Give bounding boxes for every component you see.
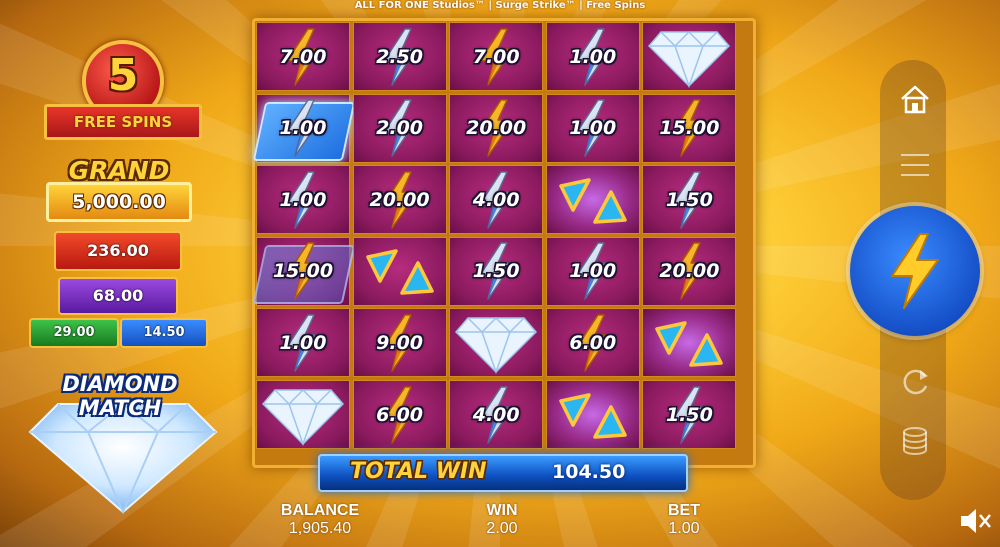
grid-cell: 1.50 [642,380,737,449]
cell-value: 1.50 [665,403,713,426]
grand-jackpot-value: 5,000.00 [46,182,192,222]
cell-value: 1.00 [569,117,617,140]
grid-cell [256,380,350,449]
cell-value: 6.00 [569,331,617,354]
cell-value: 15.00 [272,260,334,283]
grid-cell [642,308,737,378]
menu-icon[interactable] [898,150,932,180]
grid-cell: 1.00 [256,165,350,235]
grid-cell: 9.00 [352,308,447,378]
cell-value: 20.00 [466,117,527,140]
cell-value: 15.00 [659,117,720,140]
bet-value: 1.00 [668,520,700,537]
bet-label: BET [668,502,700,519]
autoplay-icon[interactable] [898,364,932,398]
grand-jackpot-label: GRAND [68,156,170,185]
grid-cell: 6.00 [352,380,447,449]
grid-cell: 1.50 [449,236,544,306]
win-label: WIN [486,502,518,519]
grid-cell [642,22,737,91]
major-jackpot-value: 236.00 [54,231,182,271]
grid-cell: 1.00 [256,308,350,378]
cell-value: 1.00 [279,188,327,211]
balance-label: BALANCE [280,502,360,519]
cell-value: 9.00 [376,331,424,354]
cell-value: 4.00 [472,403,520,426]
cell-value: 1.50 [472,260,520,283]
grid-cell: 7.00 [449,22,544,91]
diamond-icon [261,388,345,446]
free-spins-count: 5 [107,50,139,101]
grid-cell: 4.00 [449,380,544,449]
cell-value: 1.00 [279,331,327,354]
grid-cell [352,236,447,306]
cell-value: 6.00 [376,403,424,426]
diamond-icon [455,316,538,374]
total-win-value: 104.50 [552,461,626,483]
cell-value: 20.00 [369,188,430,211]
grid-cell: 1.00 [252,93,356,163]
triangles-icon [559,392,627,439]
cell-value: 7.00 [472,45,520,68]
grid-cell: 20.00 [352,165,447,235]
triangles-icon [365,249,434,296]
grid-cell: 15.00 [642,93,737,163]
diamond-icon [648,30,731,88]
free-spins-label: FREE SPINS [44,104,202,140]
grid-cell: 20.00 [449,93,544,163]
grid-cell: 2.50 [352,22,447,91]
triangles-icon [559,177,627,224]
grid-cell: 1.00 [545,93,640,163]
diamond-match-title-line2: MATCH [78,396,162,420]
coins-icon[interactable] [898,424,932,458]
grid-cell: 1.00 [545,236,640,306]
grid-cell [545,165,640,235]
game-title: ALL FOR ONE Studios™ | Surge Strike™ | F… [354,0,646,11]
cell-value: 4.00 [472,188,520,211]
spin-button[interactable] [850,206,980,336]
reel-grid: 7.00 2.50 7.00 1.00 1.00 2.00 20.00 1.00 15.00 1.… [252,18,756,468]
diamond-match-title: DIAMOND MATCH [30,372,210,420]
grid-cell: 6.00 [545,308,640,378]
grid-cell [449,308,544,378]
grid-cell: 1.00 [545,22,640,91]
mini-jackpot-green: 29.00 [29,318,119,348]
cell-value: 1.00 [569,45,617,68]
cell-value: 2.50 [376,45,424,68]
diamond-match-title-line1: DIAMOND [62,372,178,396]
win-display: WIN 2.00 [470,502,534,538]
grid-cell: 20.00 [642,236,737,306]
cell-value: 20.00 [659,260,720,283]
balance-display: BALANCE 1,905.40 [272,502,368,538]
total-win-banner: TOTAL WIN 104.50 [318,454,688,492]
triangles-icon [655,321,724,367]
grid-cell: 4.00 [449,165,544,235]
grid-cell [545,380,640,449]
mini-jackpot-blue: 14.50 [120,318,208,348]
cell-value: 2.00 [376,117,424,140]
home-icon[interactable] [898,82,932,116]
grid-cell: 2.00 [352,93,447,163]
grid-cell: 15.00 [252,236,356,306]
cell-value: 1.00 [279,117,327,140]
cell-value: 1.50 [665,188,713,211]
minor-jackpot-value: 68.00 [58,277,178,315]
cell-value: 7.00 [279,45,327,68]
win-value: 2.00 [486,520,518,537]
bet-display: BET 1.00 [652,502,716,538]
lightning-icon [891,233,939,309]
mute-icon[interactable] [958,506,992,536]
grid-cell: 7.00 [256,22,350,91]
balance-value: 1,905.40 [288,520,352,537]
total-win-label: TOTAL WIN [350,459,487,484]
cell-value: 1.00 [569,260,617,283]
grid-cell: 1.50 [642,165,737,235]
